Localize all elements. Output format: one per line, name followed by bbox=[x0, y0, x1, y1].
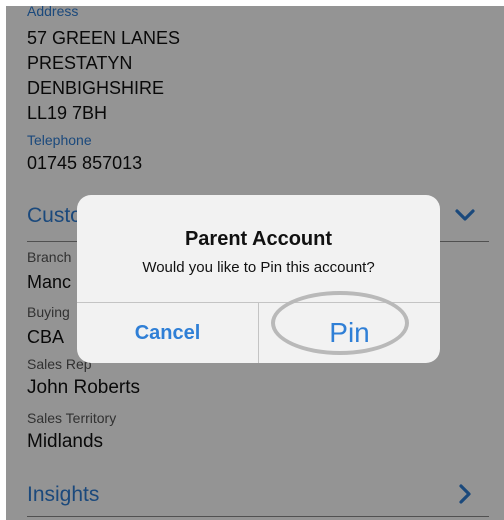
parent-account-dialog: Parent Account Would you like to Pin thi… bbox=[77, 195, 440, 363]
account-details-page: Address 57 GREEN LANES PRESTATYN DENBIGH… bbox=[6, 6, 504, 520]
cancel-button[interactable]: Cancel bbox=[77, 303, 258, 363]
dialog-title: Parent Account bbox=[184, 228, 333, 250]
pin-button[interactable]: Pin bbox=[259, 303, 440, 363]
dialog-message: Would you like to Pin this account? bbox=[142, 259, 375, 276]
